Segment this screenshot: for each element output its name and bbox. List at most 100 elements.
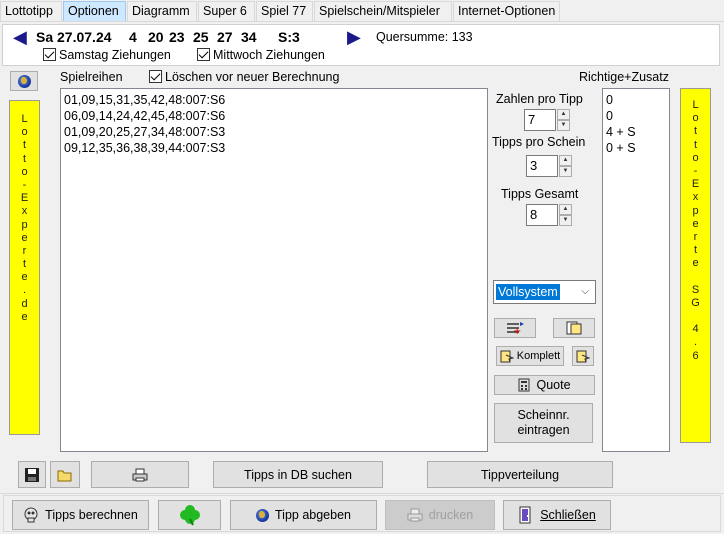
banner-letter: e [21,310,28,323]
banner-letter: t [693,125,698,138]
hand-tool-button[interactable] [572,346,594,366]
tipps-pro-schein-label: Tipps pro Schein [492,135,586,149]
list-item[interactable]: 0 + S [606,140,666,156]
banner-letter: p [21,218,28,231]
tipps-gesamt-input[interactable]: 8 [526,204,558,226]
copy-tip-button[interactable] [553,318,595,338]
floppy-disk-icon [25,467,39,482]
banner-letter: t [22,152,27,165]
banner-letter: o [692,112,699,125]
banner-letter: o [692,151,699,164]
globe-icon [256,508,269,522]
list-item[interactable]: 09,12,35,36,38,39,44:007:S3 [64,140,484,156]
prev-draw-icon[interactable]: ◀ [13,28,27,46]
save-button[interactable] [18,461,46,488]
richtige-list[interactable]: 0 0 4 + S 0 + S [602,88,670,452]
clear-before-calc-checkbox[interactable]: Löschen vor neuer Berechnung [149,70,339,84]
list-item[interactable]: 01,09,20,25,27,34,48:007:S3 [64,124,484,140]
zahlen-pro-tipp-input[interactable]: 7 [524,109,556,131]
banner-letter: p [692,204,699,217]
add-rows-icon: + [507,322,524,335]
spin-up-icon[interactable]: ▲ [559,155,572,166]
list-item[interactable]: 01,09,15,31,35,42,48:007:S6 [64,92,484,108]
spin-down-icon[interactable]: ▼ [559,215,572,226]
calculator-icon [518,378,530,392]
quersumme-label: Quersumme: 133 [376,30,473,44]
internet-button[interactable] [10,71,38,91]
spin-up-icon[interactable]: ▲ [557,109,570,120]
banner-letter: e [21,231,28,244]
list-item[interactable]: 4 + S [606,124,666,140]
banner-letter: e [692,217,699,230]
checkbox-checked-icon[interactable] [197,48,210,61]
next-draw-icon[interactable]: ▶ [347,28,361,46]
banner-letter: e [692,257,699,270]
tipps-gesamt-label: Tipps Gesamt [501,187,579,201]
tab-bar: Lottotipp Optionen Diagramm Super 6 Spie… [0,0,724,22]
tipps-pro-schein-input[interactable]: 3 [526,155,558,177]
drucken-button[interactable]: drucken [385,500,495,530]
checkbox-checked-icon[interactable] [43,48,56,61]
tab-super6[interactable]: Super 6 [198,1,255,21]
svg-text:+: + [513,326,521,335]
banner-letter: o [21,126,28,139]
banner-letter: G [691,296,700,309]
quote-button[interactable]: Quote [494,375,595,395]
banner-letter: L [21,113,28,125]
tipps-berechnen-button[interactable]: Tipps berechnen [12,500,149,530]
komplett-button[interactable]: Komplett [496,346,564,366]
banner-letter: t [693,244,698,257]
tab-spiel77[interactable]: Spiel 77 [256,1,313,21]
banner-letter: . [693,336,698,349]
clover-icon [179,505,200,526]
banner-letter: E [691,178,700,191]
hand-pointer-icon [500,350,514,363]
tab-optionen[interactable]: Optionen [63,1,126,21]
banner-letter: - [693,164,698,177]
draw-date: Sa 27.07.24 [36,29,112,45]
draw-superzahl: S:3 [278,29,300,45]
list-item[interactable]: 06,09,14,24,42,45,48:007:S6 [64,108,484,124]
banner-letter: e [21,271,28,284]
zahlen-spinner[interactable]: ▲ ▼ [557,109,570,131]
list-item[interactable]: 0 [606,92,666,108]
tipp-abgeben-button[interactable]: Tipp abgeben [230,500,377,530]
saturday-checkbox[interactable]: Samstag Ziehungen [43,48,171,62]
scheinnr-eintragen-button[interactable]: Scheinnr. eintragen [494,403,593,443]
open-button[interactable] [50,461,80,488]
globe-icon [17,74,31,88]
banner-letter: r [22,244,27,257]
lucky-clover-button[interactable] [158,500,221,530]
spin-down-icon[interactable]: ▼ [559,166,572,177]
add-tip-button[interactable]: + [494,318,536,338]
checkbox-checked-icon[interactable] [149,70,162,83]
tipps-schein-spinner[interactable]: ▲ ▼ [559,155,572,177]
banner-letter: S [691,283,700,296]
banner-letter: t [693,138,698,151]
tippverteilung-button[interactable]: Tippverteilung [427,461,613,488]
draw-number: 20 [148,29,164,45]
wednesday-checkbox[interactable]: Mittwoch Ziehungen [197,48,325,62]
hand-pointer-icon [576,350,590,363]
list-item[interactable]: 0 [606,108,666,124]
copy-document-icon [566,321,582,335]
banner-letter: t [22,258,27,271]
tab-diagramm[interactable]: Diagramm [127,1,197,21]
spielreihen-list[interactable]: 01,09,15,31,35,42,48:007:S6 06,09,14,24,… [60,88,488,452]
tab-internet-optionen[interactable]: Internet-Optionen [453,1,560,21]
tab-spielschein[interactable]: Spielschein/Mitspieler [314,1,452,21]
folder-open-icon [57,470,72,481]
spin-up-icon[interactable]: ▲ [559,204,572,215]
print-button[interactable] [91,461,189,488]
banner-letter: o [21,165,28,178]
tipps-in-db-suchen-button[interactable]: Tipps in DB suchen [213,461,383,488]
system-select[interactable]: Vollsystem ⌵ [493,280,596,304]
printer-icon [407,508,423,522]
draw-number: 27 [217,29,233,45]
banner-letter: - [22,178,27,191]
tab-lottotipp[interactable]: Lottotipp [0,1,62,21]
spin-down-icon[interactable]: ▼ [557,120,570,131]
tipps-gesamt-spinner[interactable]: ▲ ▼ [559,204,572,226]
chevron-down-icon: ⌵ [581,286,589,297]
schliessen-button[interactable]: Schließen [503,500,611,530]
